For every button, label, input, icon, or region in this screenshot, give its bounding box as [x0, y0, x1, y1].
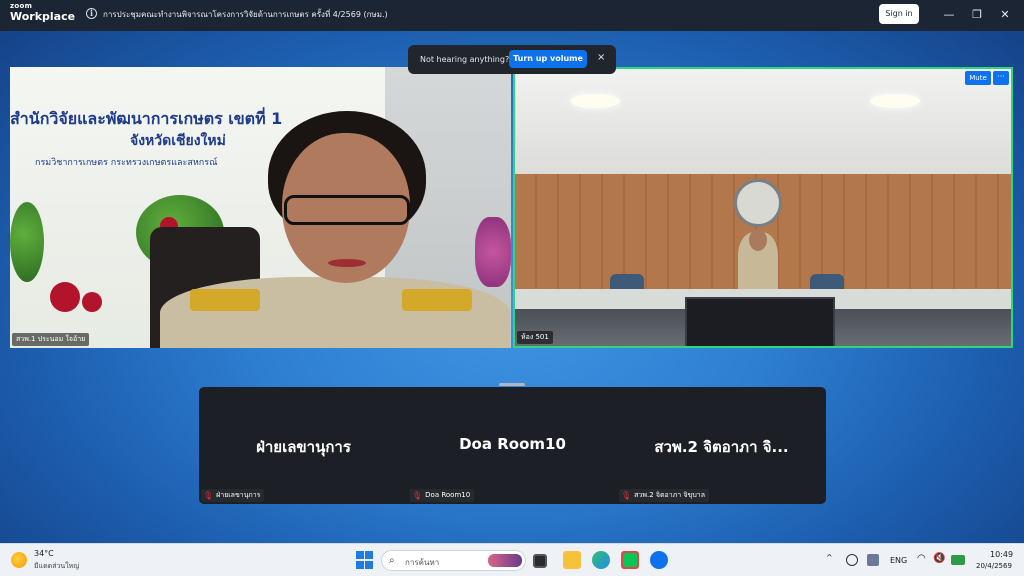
- audio-notification: Not hearing anything? Turn up volume ×: [408, 45, 616, 74]
- more-options-button[interactable]: ···: [993, 71, 1009, 85]
- privacy-icon[interactable]: [846, 554, 858, 566]
- wifi-icon[interactable]: ◠: [917, 553, 926, 564]
- panel-resize-handle[interactable]: [499, 383, 525, 386]
- orchid-decoration: [475, 217, 511, 287]
- restore-icon[interactable]: ❐: [970, 8, 984, 22]
- search-icon: ⌕: [389, 555, 395, 566]
- weather-sun-icon[interactable]: [11, 552, 27, 568]
- edge-browser-icon[interactable]: [592, 551, 610, 569]
- mic-muted-icon: 🎙: [412, 491, 423, 500]
- ceiling-light: [870, 94, 920, 108]
- gallery-strip: ฝ่ายเลขานุการ 🎙 ฝ่ายเลขานุการ Doa Room10…: [199, 387, 826, 504]
- mic-muted-icon: 🎙: [203, 491, 214, 500]
- gallery-name-label: 🎙 ฝ่ายเลขานุการ: [201, 489, 265, 502]
- room-ceiling: [515, 69, 1011, 174]
- logo-workplace-text: Workplace: [10, 10, 76, 23]
- gallery-label-text: สวพ.2 จิตอาภา จิขุบาล: [634, 491, 705, 499]
- gallery-label-text: ฝ่ายเลขานุการ: [216, 491, 261, 499]
- notification-text: Not hearing anything?: [420, 55, 510, 64]
- weather-description[interactable]: มีแดดส่วนใหญ่: [34, 561, 79, 572]
- room-presenter-head: [749, 229, 767, 251]
- gallery-label-text: Doa Room10: [425, 491, 471, 499]
- sign-in-button[interactable]: Sign in: [879, 4, 919, 24]
- video-tile-presenter[interactable]: สำนักวิจัยและพัฒนาการเกษตร เขตที่ 1 จังห…: [10, 67, 511, 348]
- epaulette-right: [402, 289, 472, 311]
- gallery-tile[interactable]: ฝ่ายเลขานุการ 🎙 ฝ่ายเลขานุการ: [199, 387, 408, 504]
- berry-decoration: [50, 282, 80, 312]
- emblem-seal: [734, 179, 782, 227]
- title-bar: zoom Workplace i การประชุมคณะทำงานพิจารณ…: [0, 0, 1024, 31]
- gallery-display-name: สวพ.2 จิตอาภา จิ...: [654, 438, 789, 456]
- participant-name-label: สวพ.1 ประนอม ใจอ้าย: [12, 333, 90, 346]
- gallery-display-name: Doa Room10: [459, 435, 566, 453]
- epaulette-left: [190, 289, 260, 311]
- ceiling-light: [570, 94, 620, 108]
- person-uniform: [160, 277, 510, 348]
- weather-temperature[interactable]: 34°C: [34, 549, 54, 558]
- banner-province: จังหวัดเชียงใหม่: [130, 133, 226, 149]
- clock-time[interactable]: 10:49: [990, 550, 1013, 559]
- notification-close-icon[interactable]: ×: [597, 52, 605, 63]
- gallery-name-label: 🎙 สวพ.2 จิตอาภา จิขุบาล: [619, 489, 709, 502]
- banner-department: กรมวิชาการเกษตร กระทรวงเกษตรและสหกรณ์: [35, 158, 218, 168]
- info-icon[interactable]: i: [86, 8, 97, 19]
- minimize-icon[interactable]: —: [942, 8, 956, 22]
- tray-chevron-icon[interactable]: ^: [826, 553, 833, 562]
- turn-up-volume-button[interactable]: Turn up volume: [509, 50, 587, 68]
- windows-taskbar: 34°C มีแดดส่วนใหญ่ ⌕ การค้นหา ^ ENG ◠ 🔇 …: [0, 543, 1024, 576]
- taskbar-search-input[interactable]: ⌕ การค้นหา: [381, 550, 526, 571]
- person-mouth: [328, 259, 366, 267]
- battery-icon[interactable]: [951, 555, 965, 565]
- bluetooth-icon[interactable]: [867, 554, 879, 566]
- meeting-title: การประชุมคณะทำงานพิจารณาโครงการวิจัยด้าน…: [103, 10, 388, 19]
- search-highlight-image: [488, 554, 522, 567]
- person-glasses: [284, 195, 410, 225]
- banner-title: สำนักวิจัยและพัฒนาการเกษตร เขตที่ 1: [10, 109, 283, 128]
- close-icon[interactable]: ✕: [998, 8, 1012, 22]
- zoom-app-icon[interactable]: [650, 551, 668, 569]
- gallery-display-name: ฝ่ายเลขานุการ: [256, 438, 351, 456]
- task-view-icon[interactable]: [533, 554, 547, 568]
- room-monitor: [685, 297, 835, 346]
- gallery-tile[interactable]: สวพ.2 จิตอาภา จิ... 🎙 สวพ.2 จิตอาภา จิขุ…: [617, 387, 826, 504]
- search-placeholder: การค้นหา: [405, 558, 440, 567]
- mute-participant-button[interactable]: Mute: [965, 71, 991, 85]
- participant-name-label: ห้อง 501: [517, 331, 553, 344]
- logo-zoom-text: zoom: [10, 2, 33, 10]
- video-tile-room[interactable]: Mute ··· ห้อง 501: [513, 67, 1013, 348]
- leaf-decoration: [10, 202, 44, 282]
- gallery-tile[interactable]: Doa Room10 🎙 Doa Room10: [408, 387, 617, 504]
- language-indicator[interactable]: ENG: [890, 556, 907, 565]
- gallery-name-label: 🎙 Doa Room10: [410, 489, 475, 502]
- mic-muted-icon: 🎙: [621, 491, 632, 500]
- line-app-icon[interactable]: [621, 551, 639, 569]
- zoom-logo: zoom Workplace: [10, 2, 76, 23]
- berry-decoration: [82, 292, 102, 312]
- start-menu-icon[interactable]: [356, 551, 374, 569]
- speaker-muted-icon[interactable]: 🔇: [933, 553, 945, 564]
- clock-date[interactable]: 20/4/2569: [976, 562, 1012, 570]
- file-explorer-icon[interactable]: [563, 551, 581, 569]
